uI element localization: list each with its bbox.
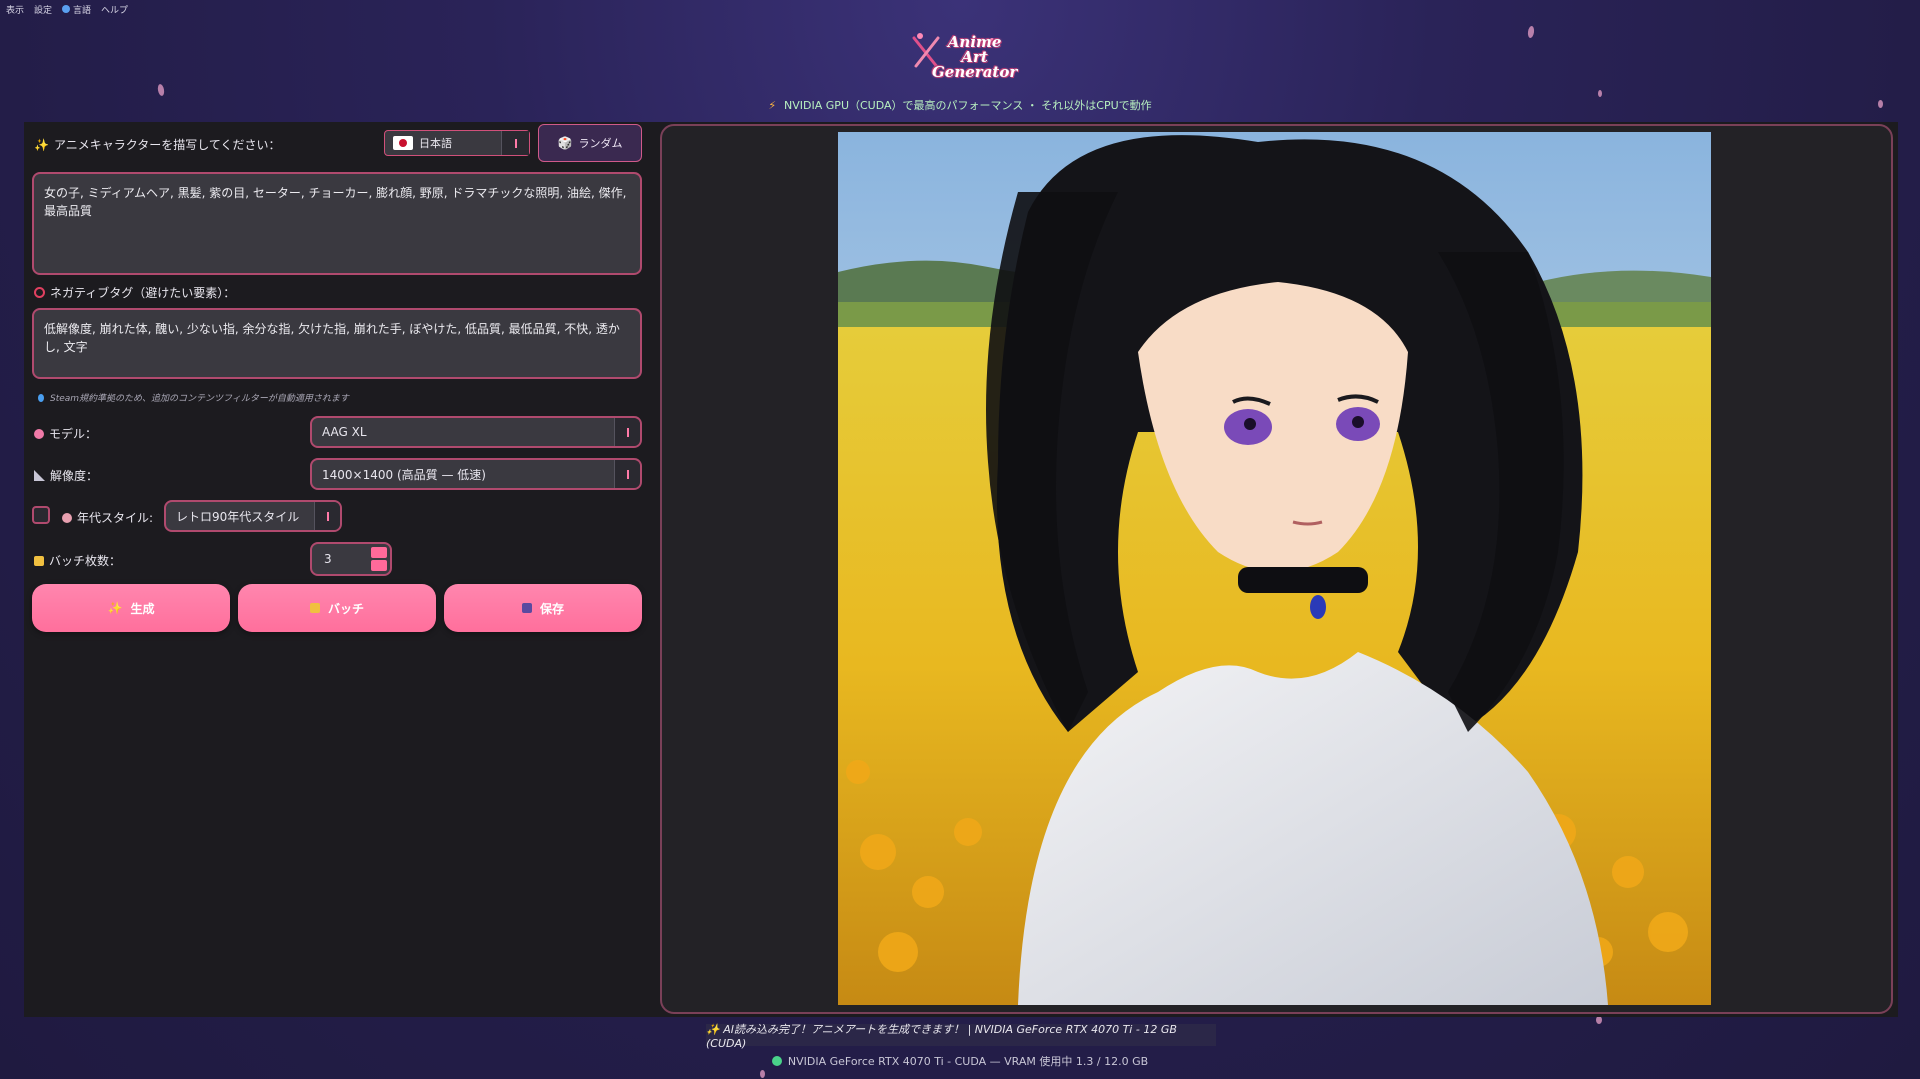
negative-label: ネガティブタグ（避けたい要素）： bbox=[34, 284, 235, 301]
generated-image[interactable] bbox=[838, 132, 1711, 1005]
brain-icon bbox=[34, 428, 44, 439]
japan-flag-icon bbox=[393, 136, 413, 150]
prompt-textarea[interactable]: 女の子, ミディアムヘア, 黒髪, 紫の目, セーター, チョーカー, 膨れ顔,… bbox=[32, 172, 642, 275]
language-select-value: 日本語 bbox=[419, 137, 452, 150]
status-message: ✨ AI読み込み完了！アニメアートを生成できます！ | NVIDIA GeFor… bbox=[706, 1023, 1216, 1050]
prompt-label-text: アニメキャラクターを描写してください： bbox=[53, 138, 281, 152]
petal-decoration bbox=[1596, 1016, 1602, 1024]
stepper-down-button[interactable] bbox=[371, 560, 387, 571]
filter-note-text: Steam規約準拠のため、追加のコンテンツフィルターが自動適用されます bbox=[50, 394, 349, 404]
petal-decoration bbox=[1527, 25, 1535, 39]
status-message-text: ✨ AI読み込み完了！アニメアートを生成できます！ | NVIDIA GeFor… bbox=[706, 1022, 1177, 1050]
era-style-label: 年代スタイル: bbox=[62, 509, 153, 526]
anime-girl-artwork bbox=[838, 132, 1711, 1005]
menu-view[interactable]: 表示 bbox=[6, 2, 24, 16]
menu-settings[interactable]: 設定 bbox=[34, 2, 52, 16]
batch-button[interactable]: バッチ bbox=[238, 584, 436, 632]
floppy-disk-icon bbox=[521, 603, 532, 613]
folder-icon bbox=[34, 555, 44, 566]
dropdown-arrow-icon bbox=[614, 460, 640, 488]
negative-textarea[interactable]: 低解像度, 崩れた体, 醜い, 少ない指, 余分な指, 欠けた指, 崩れた手, … bbox=[32, 308, 642, 379]
resolution-label: 解像度： bbox=[34, 467, 98, 484]
menu-bar: 表示 設定 言語 ヘルプ bbox=[6, 2, 128, 16]
dice-icon: 🎲 bbox=[557, 136, 573, 150]
petal-decoration bbox=[1598, 90, 1602, 97]
generate-button[interactable]: ✨ 生成 bbox=[32, 584, 230, 632]
save-button[interactable]: 保存 bbox=[444, 584, 642, 632]
stepper-up-button[interactable] bbox=[371, 547, 387, 558]
prompt-label: ✨ アニメキャラクターを描写してください： bbox=[34, 136, 281, 153]
era-style-select[interactable]: レトロ90年代スタイル bbox=[164, 500, 342, 532]
prohibited-icon bbox=[34, 287, 45, 298]
menu-language[interactable]: 言語 bbox=[62, 2, 91, 16]
logo-line2: Generator bbox=[932, 63, 1018, 81]
status-dot-icon bbox=[771, 1056, 782, 1066]
batch-label: バッチ枚数： bbox=[34, 552, 121, 569]
batch-count-input[interactable]: 3 bbox=[310, 542, 392, 576]
petal-decoration bbox=[157, 83, 165, 97]
petal-decoration bbox=[760, 1070, 765, 1078]
dropdown-arrow-icon bbox=[501, 131, 529, 155]
vram-status-text: NVIDIA GeForce RTX 4070 Ti - CUDA — VRAM… bbox=[787, 1055, 1149, 1068]
resolution-select-value: 1400×1400 (高品質 — 低速) bbox=[322, 467, 486, 482]
batch-count-value: 3 bbox=[324, 552, 332, 566]
model-select[interactable]: AAG XL bbox=[310, 416, 642, 448]
app-logo: Anime Art Generator bbox=[908, 30, 1017, 80]
filter-note: Steam規約準拠のため、追加のコンテンツフィルターが自動適用されます bbox=[38, 391, 349, 404]
gpu-banner-text: NVIDIA GPU（CUDA）で最高のパフォーマンス ・ それ以外はCPUで動… bbox=[784, 99, 1152, 112]
language-select[interactable]: 日本語 bbox=[384, 130, 530, 156]
dropdown-arrow-icon bbox=[614, 418, 640, 446]
model-label: モデル： bbox=[34, 425, 97, 442]
sparkle-icon: ✨ bbox=[34, 137, 49, 152]
save-button-label: 保存 bbox=[539, 601, 564, 616]
vram-status: NVIDIA GeForce RTX 4070 Ti - CUDA — VRAM… bbox=[0, 1053, 1920, 1069]
batch-button-label: バッチ bbox=[327, 601, 364, 616]
globe-icon bbox=[62, 5, 71, 13]
era-style-checkbox[interactable] bbox=[32, 506, 50, 524]
lightning-icon: ⚡ bbox=[768, 99, 777, 112]
batch-label-text: バッチ枚数： bbox=[49, 554, 122, 568]
era-style-label-text: 年代スタイル: bbox=[77, 511, 154, 525]
batch-stepper[interactable] bbox=[371, 547, 387, 571]
menu-language-label: 言語 bbox=[73, 5, 92, 16]
dropdown-arrow-icon bbox=[314, 502, 340, 530]
era-style-select-value: レトロ90年代スタイル bbox=[176, 509, 300, 524]
logo-text: Anime Art Generator bbox=[932, 35, 1017, 80]
resolution-select[interactable]: 1400×1400 (高品質 — 低速) bbox=[310, 458, 642, 490]
random-button[interactable]: 🎲 ランダム bbox=[538, 124, 642, 162]
gpu-banner: ⚡ NVIDIA GPU（CUDA）で最高のパフォーマンス ・ それ以外はCPUで… bbox=[0, 97, 1920, 113]
generate-button-label: 生成 bbox=[130, 601, 155, 616]
info-drop-icon bbox=[38, 393, 44, 402]
menu-help[interactable]: ヘルプ bbox=[101, 2, 128, 16]
negative-label-text: ネガティブタグ（避けたい要素）： bbox=[50, 286, 236, 300]
palette-icon bbox=[62, 512, 72, 523]
logo-line1: Anime Art bbox=[947, 33, 1002, 66]
sparkle-icon: ✨ bbox=[107, 601, 123, 615]
ruler-icon bbox=[34, 470, 45, 481]
random-button-label: ランダム bbox=[578, 137, 623, 150]
model-select-value: AAG XL bbox=[322, 425, 367, 439]
folder-icon bbox=[309, 603, 320, 613]
resolution-label-text: 解像度： bbox=[50, 469, 99, 483]
model-label-text: モデル： bbox=[49, 427, 98, 441]
